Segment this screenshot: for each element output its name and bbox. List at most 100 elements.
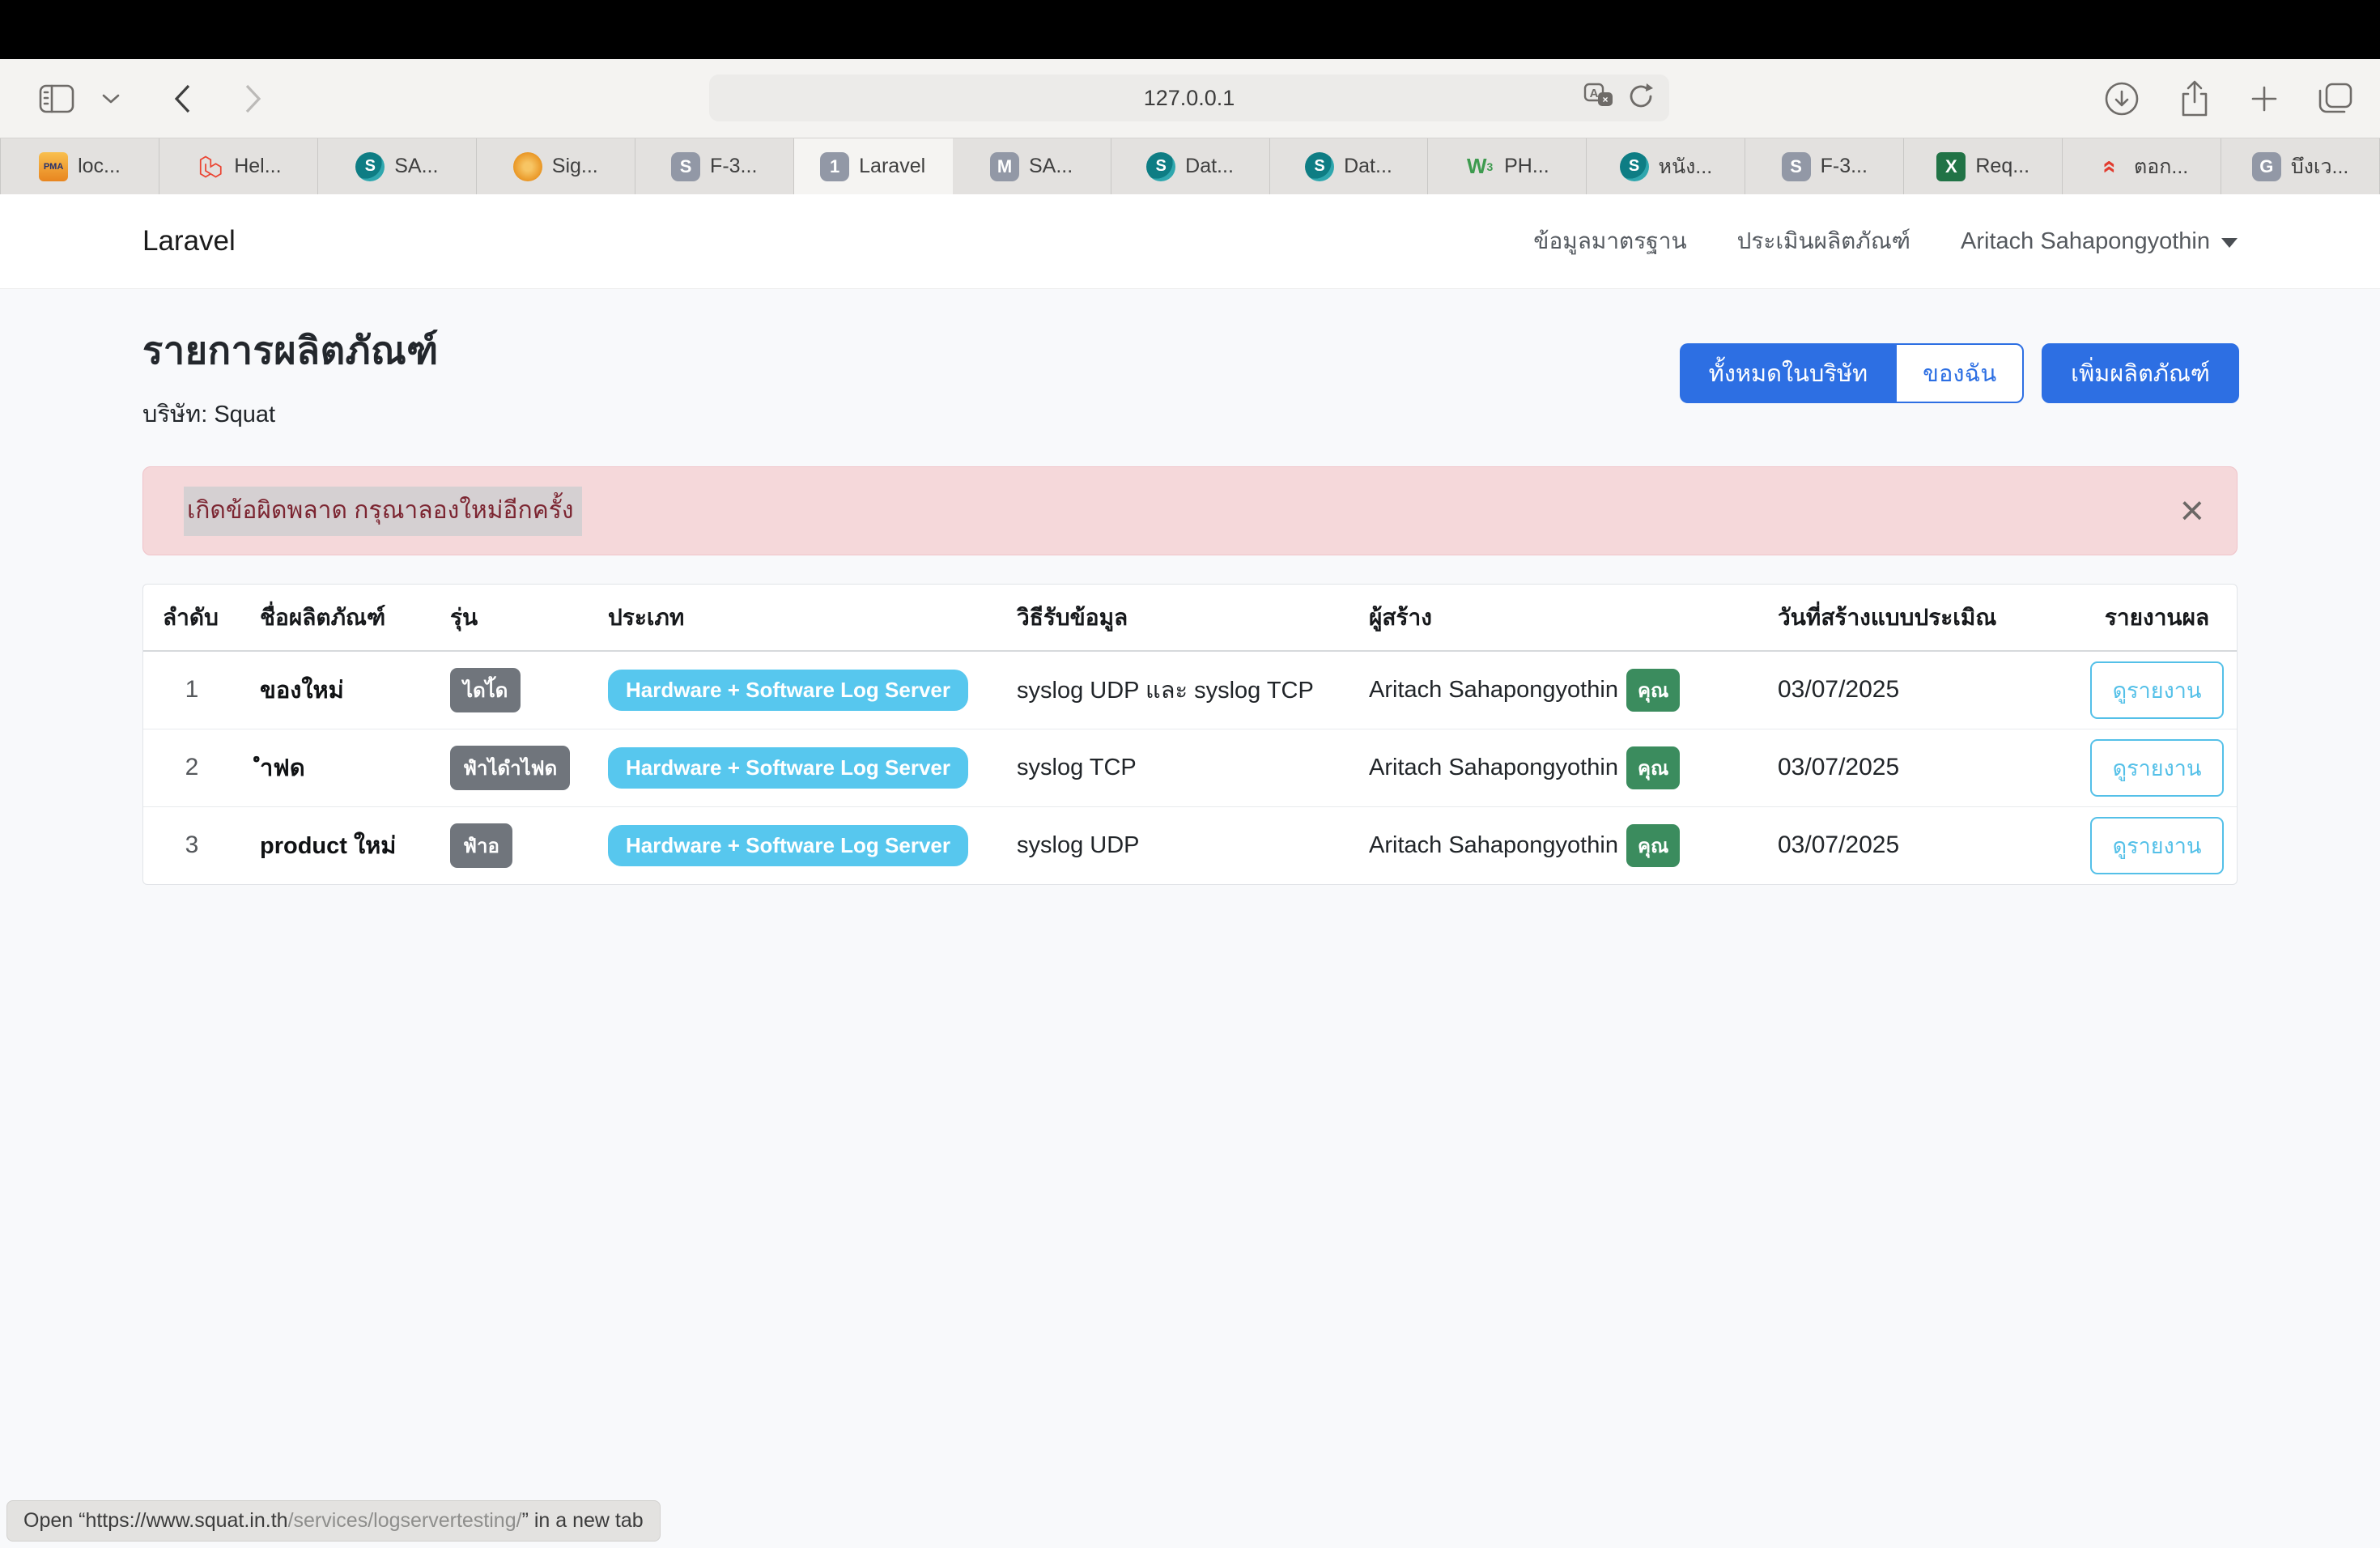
sharepoint-favicon-icon: S xyxy=(1620,152,1649,181)
browser-tab[interactable]: S F-3... xyxy=(635,138,794,194)
sidebar-toggle-icon[interactable] xyxy=(39,84,74,113)
view-report-button[interactable]: ดูรายงาน xyxy=(2090,661,2225,719)
view-report-button[interactable]: ดูรายงาน xyxy=(2090,739,2225,797)
chevrons-red-favicon-icon: « xyxy=(2095,152,2124,181)
letter-m-favicon-icon: M xyxy=(990,152,1019,181)
site-header: Laravel ข้อมูลมาตรฐาน ประเมินผลิตภัณฑ์ A… xyxy=(0,194,2380,289)
type-badge: Hardware + Software Log Server xyxy=(608,670,968,711)
status-suffix: ” in a new tab xyxy=(522,1509,644,1532)
tab-title: ตอก... xyxy=(2134,151,2188,183)
svg-text:A: A xyxy=(1590,87,1599,100)
tab-title: Sig... xyxy=(552,155,598,178)
browser-tab[interactable]: X Req... xyxy=(1904,138,2063,194)
browser-tab[interactable]: S Dat... xyxy=(1111,138,1270,194)
browser-tab[interactable]: S SA... xyxy=(318,138,477,194)
table-row: 1 ของใหม่ ไดไ้ด Hardware + Software Log … xyxy=(143,651,2238,729)
sharepoint-favicon-icon: S xyxy=(1305,152,1334,181)
status-prefix: Open “ xyxy=(23,1509,85,1532)
method-cell: syslog UDP และ syslog TCP xyxy=(997,651,1349,729)
creator-you-badge: คุณ xyxy=(1626,746,1680,789)
col-creator: ผู้สร้าง xyxy=(1349,585,1758,651)
tab-title: Dat... xyxy=(1185,155,1234,178)
address-bar[interactable]: 127.0.0.1 A× xyxy=(709,74,1669,121)
letter-s-favicon-icon: S xyxy=(671,152,700,181)
phpmyadmin-favicon-icon: PMA xyxy=(39,152,68,181)
col-type: ประเภท xyxy=(589,585,997,651)
brand-logo[interactable]: Laravel xyxy=(142,225,236,257)
browser-tab[interactable]: M SA... xyxy=(953,138,1111,194)
browser-tab[interactable]: Hel... xyxy=(159,138,318,194)
table-row: 3 product ใหม่ ฟำอ Hardware + Software L… xyxy=(143,806,2238,884)
error-alert: เกิดข้อผิดพลาด กรุณาลองใหม่อีกครั้ง × xyxy=(142,466,2238,555)
tab-title: PH... xyxy=(1504,155,1549,178)
browser-tab[interactable]: S F-3... xyxy=(1745,138,1904,194)
creator-name: Aritach Sahapongyothin xyxy=(1369,832,1618,858)
browser-tab[interactable]: G บึงเว... xyxy=(2221,138,2380,194)
date-cell: 03/07/2025 xyxy=(1758,651,2074,729)
browser-tab[interactable]: 1 Laravel xyxy=(794,138,953,194)
letter-g-favicon-icon: G xyxy=(2252,152,2281,181)
date-cell: 03/07/2025 xyxy=(1758,729,2074,806)
creator-you-badge: คุณ xyxy=(1626,669,1680,712)
user-menu[interactable]: Aritach Sahapongyothin xyxy=(1961,228,2238,255)
browser-toolbar: 127.0.0.1 A× xyxy=(0,59,2380,138)
col-model: รุ่น xyxy=(431,585,589,651)
nav-link-standards[interactable]: ข้อมูลมาตรฐาน xyxy=(1533,223,1686,259)
browser-tab[interactable]: PMA loc... xyxy=(0,138,159,194)
row-index: 2 xyxy=(143,729,240,806)
add-product-button[interactable]: เพิ่มผลิตภัณฑ์ xyxy=(2042,343,2239,403)
share-icon[interactable] xyxy=(2178,79,2212,118)
svg-text:×: × xyxy=(1602,94,1608,105)
nav-link-evaluate[interactable]: ประเมินผลิตภัณฑ์ xyxy=(1737,223,1910,259)
tab-title: SA... xyxy=(1029,155,1073,178)
method-cell: syslog TCP xyxy=(997,729,1349,806)
close-icon[interactable]: × xyxy=(2180,490,2204,532)
sharepoint-favicon-icon: S xyxy=(1146,152,1175,181)
table-body: 1 ของใหม่ ไดไ้ด Hardware + Software Log … xyxy=(143,651,2238,884)
creator-you-badge: คุณ xyxy=(1626,824,1680,867)
table-header-row: ลำดับ ชื่อผลิตภัณฑ์ รุ่น ประเภท วิธีรับข… xyxy=(143,585,2238,651)
browser-tab[interactable]: W3 PH... xyxy=(1428,138,1587,194)
chevron-down-icon xyxy=(2221,238,2238,248)
date-cell: 03/07/2025 xyxy=(1758,806,2074,884)
tab-overview-icon[interactable] xyxy=(2317,81,2356,117)
browser-tab[interactable]: S Dat... xyxy=(1270,138,1429,194)
model-badge: ฟำไดำไฟด xyxy=(450,746,570,790)
view-report-button[interactable]: ดูรายงาน xyxy=(2090,817,2225,874)
numeral-1-favicon-icon: 1 xyxy=(820,152,849,181)
reload-icon[interactable] xyxy=(1627,82,1655,115)
browser-tab[interactable]: « ตอก... xyxy=(2063,138,2221,194)
laravel-favicon-icon xyxy=(195,152,224,181)
forward-icon[interactable] xyxy=(243,83,264,115)
status-bar: Open “https://www.squat.in.th/services/l… xyxy=(6,1500,661,1542)
tab-title: Laravel xyxy=(859,155,925,178)
browser-tab[interactable]: Sig... xyxy=(477,138,635,194)
col-index: ลำดับ xyxy=(143,585,240,651)
model-badge: ฟำอ xyxy=(450,823,512,868)
table-row: 2 ำฟด ฟำไดำไฟด Hardware + Software Log S… xyxy=(143,729,2238,806)
sidebar-chevron-down-icon[interactable] xyxy=(102,93,120,104)
error-alert-message: เกิดข้อผิดพลาด กรุณาลองใหม่อีกครั้ง xyxy=(184,487,582,536)
url-text: 127.0.0.1 xyxy=(1144,86,1235,111)
tab-title: Hel... xyxy=(234,155,281,178)
status-link-path: /services/logservertesting/ xyxy=(288,1509,522,1532)
product-table: ลำดับ ชื่อผลิตภัณฑ์ รุ่น ประเภท วิธีรับข… xyxy=(143,585,2238,884)
tab-strip: PMA loc... Hel... S SA... Sig... S F-3..… xyxy=(0,138,2380,194)
back-icon[interactable] xyxy=(172,83,193,115)
new-tab-icon[interactable] xyxy=(2249,83,2280,114)
creator-name: Aritach Sahapongyothin xyxy=(1369,755,1618,780)
filter-mine-button[interactable]: ของฉัน xyxy=(1895,343,2024,403)
translate-icon[interactable]: A× xyxy=(1583,83,1616,114)
sharepoint-favicon-icon: S xyxy=(355,152,385,181)
status-link-host: https://www.squat.in.th xyxy=(85,1509,287,1532)
type-badge: Hardware + Software Log Server xyxy=(608,747,968,789)
amulet-favicon-icon xyxy=(513,152,542,181)
downloads-icon[interactable] xyxy=(2103,80,2140,117)
filter-all-company-button[interactable]: ทั้งหมดในบริษัท xyxy=(1680,343,1896,403)
product-name: product ใหม่ xyxy=(260,833,396,859)
browser-tab[interactable]: S หนัง... xyxy=(1587,138,1745,194)
excel-favicon-icon: X xyxy=(1936,152,1966,181)
col-method: วิธีรับข้อมูล xyxy=(997,585,1349,651)
tab-title: Req... xyxy=(1975,155,2029,178)
user-name: Aritach Sahapongyothin xyxy=(1961,228,2210,255)
